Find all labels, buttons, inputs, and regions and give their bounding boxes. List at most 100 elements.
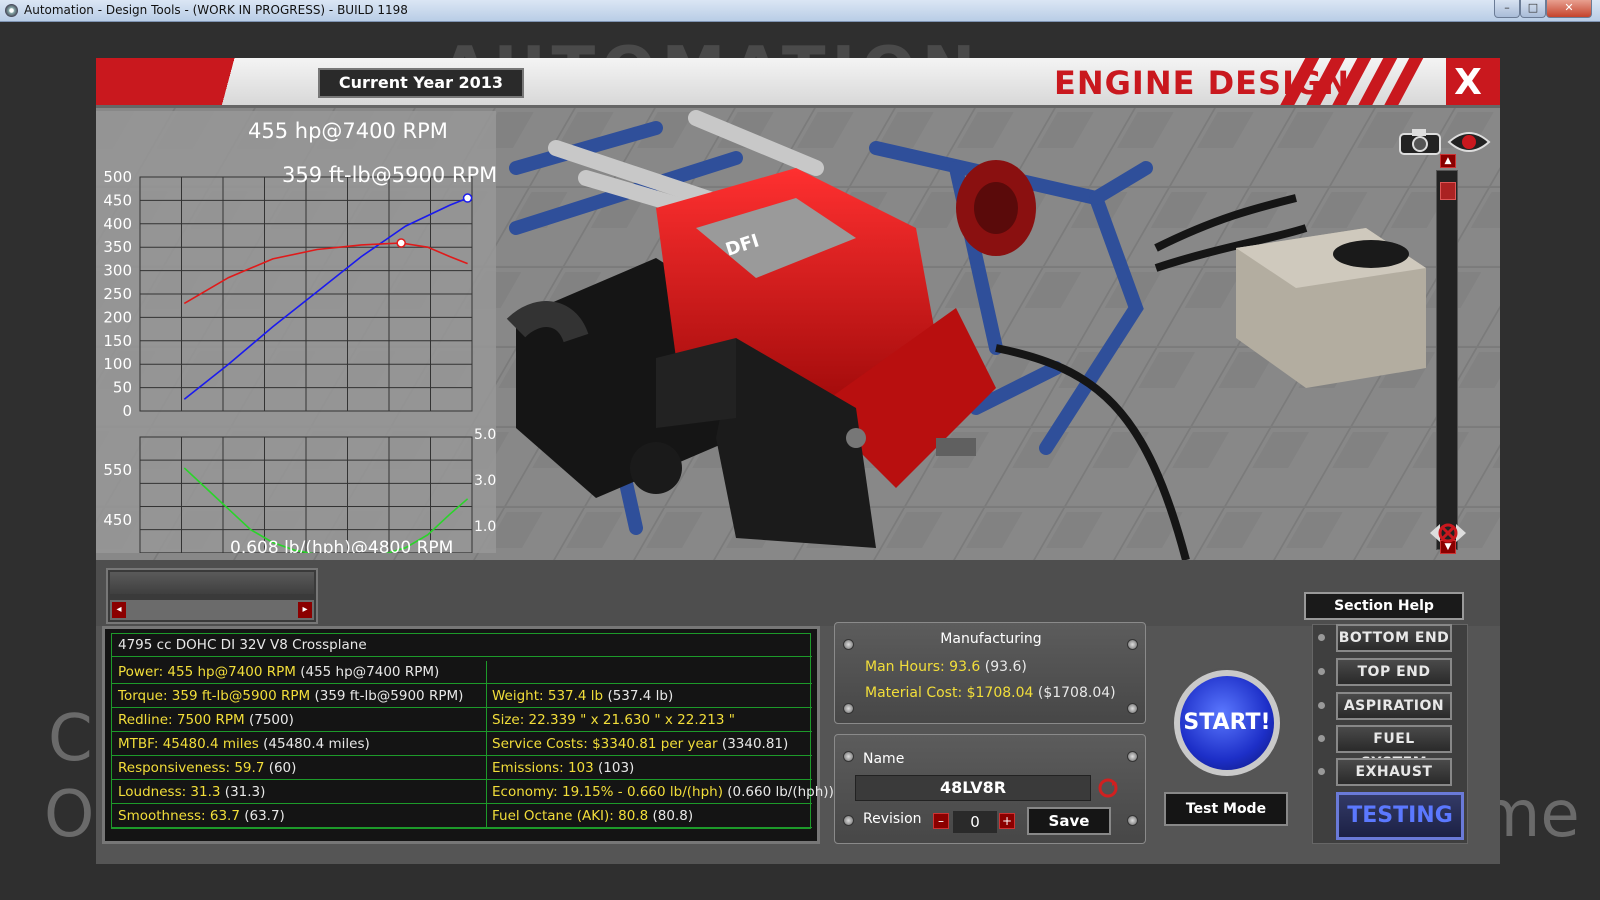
window-close-button[interactable]: ✕	[1546, 0, 1592, 18]
section-button[interactable]: TOP END	[1336, 658, 1452, 686]
man-hours-value: (93.6)	[984, 659, 1027, 675]
minimize-button[interactable]: –	[1494, 0, 1520, 18]
stat-value: (3340.81)	[721, 736, 789, 752]
power-graph-lines	[183, 193, 473, 400]
power-y-tick: 500	[103, 168, 132, 186]
stat-primary: MTBF: 45480.4 miles (45480.4 miles)	[118, 736, 370, 752]
power-peak-marker	[462, 193, 473, 203]
power-y-tick: 150	[103, 332, 132, 350]
stat-value: (31.3)	[224, 784, 266, 800]
background-text-1: C	[48, 702, 93, 776]
rail-marker	[1318, 668, 1325, 675]
section-button[interactable]: ASPIRATION	[1336, 692, 1452, 720]
stat-label: MTBF: 45480.4 miles	[118, 736, 259, 752]
stat-value: (0.660 lb/(hph))	[727, 784, 834, 800]
power-y-tick: 400	[103, 215, 132, 233]
slot-scroll[interactable]: ◂ ▸	[110, 600, 314, 620]
title-bar: Automation - Design Tools - (WORK IN PRO…	[0, 0, 1600, 22]
header-decoration-left	[96, 58, 306, 105]
stat-primary: Smoothness: 63.7 (63.7)	[118, 808, 285, 824]
section-button[interactable]: FUEL SYSTEM	[1336, 725, 1452, 771]
current-year: Current Year 2013	[318, 68, 524, 98]
stat-label: Economy: 19.15% - 0.660 lb/(hph)	[492, 784, 723, 800]
stat-label: Redline: 7500 RPM	[118, 712, 245, 728]
page-title: ENGINE DESIGN	[1054, 64, 1351, 102]
economy-graph-grid	[139, 436, 473, 553]
stat-secondary: Economy: 19.15% - 0.660 lb/(hph) (0.660 …	[492, 784, 834, 800]
power-y-tick: 450	[103, 191, 132, 209]
background-text-2: O	[44, 778, 95, 852]
tab-testing[interactable]: TESTING	[1336, 792, 1464, 840]
stat-primary: Power: 455 hp@7400 RPM (455 hp@7400 RPM)	[118, 664, 439, 680]
power-y-tick: 50	[113, 379, 132, 397]
section-help-button[interactable]: Section Help	[1304, 592, 1464, 620]
stat-value: (7500)	[248, 712, 294, 728]
zoom-slider[interactable]	[1436, 170, 1458, 550]
material-cost-value: ($1708.04)	[1037, 685, 1116, 701]
camera-icon[interactable]	[1398, 126, 1442, 156]
zoom-slider-thumb[interactable]	[1440, 182, 1456, 200]
stat-value: (63.7)	[244, 808, 285, 824]
stat-primary: Torque: 359 ft-lb@5900 RPM (359 ft-lb@59…	[118, 688, 463, 704]
panel-header: Current Year 2013 ENGINE DESIGN X	[96, 58, 1500, 108]
app-icon	[5, 4, 18, 17]
stat-value: (103)	[598, 760, 635, 776]
eye-icon[interactable]	[1446, 128, 1492, 156]
section-button[interactable]: EXHAUST	[1336, 758, 1452, 786]
window-title: Automation - Design Tools - (WORK IN PRO…	[24, 3, 408, 17]
stat-primary: Responsiveness: 59.7 (60)	[118, 760, 296, 776]
revision-decrement-button[interactable]: –	[933, 813, 949, 829]
slot-prev-button[interactable]: ◂	[112, 602, 126, 618]
revision-increment-button[interactable]: +	[999, 813, 1015, 829]
panel-close-button[interactable]: X	[1448, 62, 1488, 104]
material-cost-label: Material Cost: $1708.04	[865, 685, 1034, 701]
section-button[interactable]: BOTTOM END	[1336, 624, 1452, 652]
stat-secondary: Service Costs: $3340.81 per year (3340.8…	[492, 736, 788, 752]
name-label: Name	[863, 751, 905, 767]
stats-row: Power: 455 hp@7400 RPM (455 hp@7400 RPM)	[112, 661, 812, 684]
man-hours-label: Man Hours: 93.6	[865, 659, 981, 675]
stats-row: Loudness: 31.3 (31.3) Economy: 19.15% - 0…	[112, 781, 834, 804]
economy-y-tick-left: 550	[103, 461, 132, 479]
power-y-tick: 350	[103, 238, 132, 256]
stat-label: Torque: 359 ft-lb@5900 RPM	[118, 688, 311, 704]
test-mode-button[interactable]: Test Mode	[1164, 792, 1288, 826]
stats-row: MTBF: 45480.4 miles (45480.4 miles) Servi…	[112, 733, 812, 756]
rail-marker	[1318, 735, 1325, 742]
man-hours: Man Hours: 93.6 (93.6)	[865, 659, 1027, 675]
application-window: Automation - Design Tools - (WORK IN PRO…	[0, 0, 1600, 900]
randomize-name-icon[interactable]	[1097, 777, 1119, 799]
stat-value: (80.8)	[652, 808, 694, 824]
power-y-tick: 200	[103, 308, 132, 326]
slot-display	[110, 572, 314, 594]
power-graph-grid	[139, 176, 473, 412]
engine-design-panel: Current Year 2013 ENGINE DESIGN X DFI 50…	[96, 58, 1500, 864]
stat-label: Weight: 537.4 lb	[492, 688, 604, 704]
stat-label: Fuel Octane (AKI): 80.8	[492, 808, 649, 824]
stat-secondary: Size: 22.339 " x 21.630 " x 22.213 "	[492, 712, 735, 728]
start-button[interactable]: START!	[1174, 670, 1280, 776]
stats-grid: 4795 cc DOHC DI 32V V8 Crossplane Power:…	[111, 633, 834, 829]
economy-graph-y-ticks: 5504503505.03.01.0-1.00200040006000	[103, 427, 496, 535]
rail-marker	[1318, 702, 1325, 709]
economy-y-tick-right: 5.0	[474, 427, 496, 443]
save-button[interactable]: Save	[1027, 807, 1111, 835]
stats-row: Redline: 7500 RPM (7500) Size: 22.339 " x…	[112, 709, 812, 732]
stat-value: (45480.4 miles)	[263, 736, 370, 752]
maximize-button[interactable]: □	[1520, 0, 1546, 18]
economy-y-tick-right: 1.0	[474, 519, 496, 535]
rail-marker	[1318, 768, 1325, 775]
stat-label: Smoothness: 63.7	[118, 808, 240, 824]
engine-stats-panel: 4795 cc DOHC DI 32V V8 Crossplane Power:…	[102, 626, 834, 844]
torque-peak-marker	[396, 238, 406, 248]
zoom-in-button[interactable]: ▲	[1440, 154, 1456, 168]
slot-next-button[interactable]: ▸	[298, 602, 312, 618]
engine-name-input[interactable]: 48LV8R	[855, 775, 1091, 801]
economy-annotation: 0.608 lb/(hph)@4800 RPM	[230, 538, 453, 553]
reset-view-icon[interactable]	[1426, 518, 1470, 548]
material-cost: Material Cost: $1708.04 ($1708.04)	[865, 685, 1116, 701]
power-graph-y-ticks: 500450400350300250200150100500	[103, 168, 132, 420]
name-panel: Name 48LV8R Revision – 0 + Save	[834, 734, 1146, 844]
power-annotation: 455 hp@7400 RPM	[248, 119, 448, 143]
rail-marker	[1318, 634, 1325, 641]
